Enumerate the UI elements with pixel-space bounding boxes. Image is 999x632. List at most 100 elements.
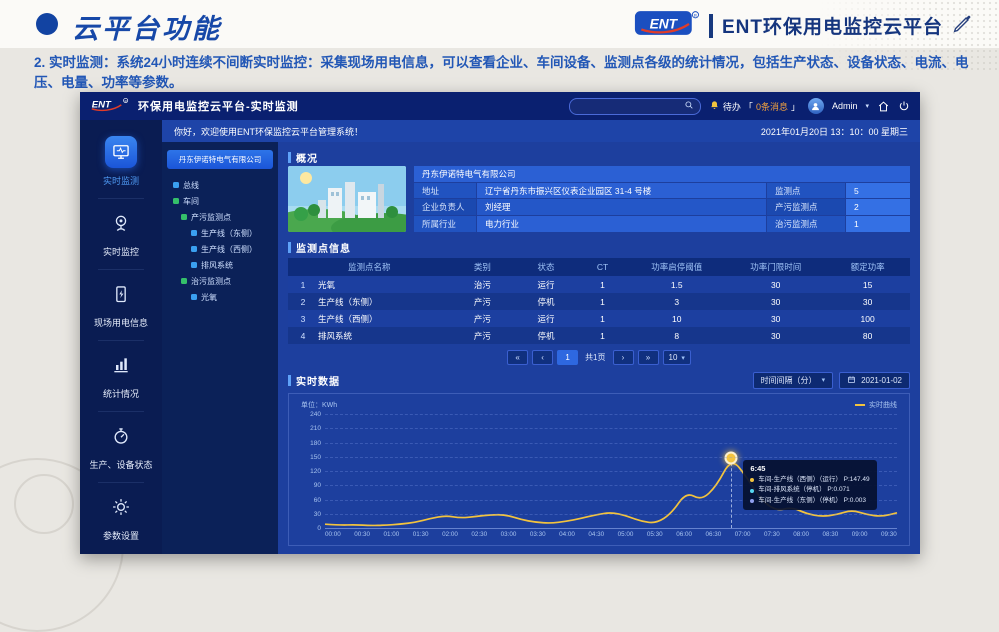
table-row[interactable]: 2生产线（东侧）产污停机133030 bbox=[288, 293, 910, 310]
point-name: 光氧 bbox=[318, 279, 335, 291]
current-page[interactable]: 1 bbox=[557, 350, 578, 365]
table-row[interactable]: 3生产线（西侧）产污运行11030100 bbox=[288, 310, 910, 327]
point-status: 停机 bbox=[514, 330, 578, 342]
sidebar-item-label: 实时监测 bbox=[103, 174, 139, 187]
gridline bbox=[325, 514, 897, 515]
datetime: 2021年01月20日 13：10：00 星期三 bbox=[761, 125, 908, 138]
power-icon[interactable] bbox=[898, 100, 910, 112]
tree-node-icon bbox=[191, 294, 197, 300]
interval-label: 时间间隔（分） bbox=[761, 375, 817, 386]
app-window: ENTR 环保用电监控云平台-实时监测 待办 「 0条消息 」 Admin ▾ bbox=[80, 92, 920, 554]
overview-stat-label: 产污监测点 bbox=[767, 199, 845, 215]
realtime-title: 实时数据 bbox=[296, 373, 340, 388]
todo-button[interactable]: 待办 「 0条消息 」 bbox=[709, 100, 800, 113]
column-header: 功率启停阈值 bbox=[627, 261, 726, 273]
tree-node-icon bbox=[181, 214, 187, 220]
sidebar-item-monitor[interactable]: 实时监测 bbox=[80, 128, 162, 199]
ent-logo: ENTR bbox=[634, 9, 700, 42]
tree-item[interactable]: 生产线（东侧） bbox=[167, 225, 273, 241]
tooltip-row: 车间-生产线（东侧）（停机） P:0.003 bbox=[750, 496, 869, 506]
stats-icon bbox=[105, 349, 137, 381]
x-axis-tick: 01:00 bbox=[384, 531, 400, 541]
point-threshold: 1.5 bbox=[627, 280, 726, 290]
sidebar-item-stats[interactable]: 统计情况 bbox=[80, 341, 162, 412]
row-number: 2 bbox=[298, 297, 308, 307]
y-axis-tick: 180 bbox=[299, 440, 321, 447]
tree-item[interactable]: 总线 bbox=[167, 177, 273, 193]
device-status-icon bbox=[105, 420, 137, 452]
gridline bbox=[325, 443, 897, 444]
tree-item[interactable]: 治污监测点 bbox=[167, 273, 273, 289]
tooltip-series-dot bbox=[750, 489, 754, 493]
welcome-text: 你好，欢迎使用ENT环保监控云平台管理系统！ bbox=[174, 125, 363, 138]
x-axis-tick: 03:30 bbox=[530, 531, 546, 541]
points-title: 监测点信息 bbox=[296, 240, 351, 255]
tree-item-label: 光氧 bbox=[201, 292, 217, 303]
column-header: 状态 bbox=[514, 261, 578, 273]
column-header: 功率门限时间 bbox=[726, 261, 825, 273]
prev-page-button[interactable]: ‹ bbox=[532, 350, 553, 365]
home-icon[interactable] bbox=[877, 100, 890, 113]
brand-separator bbox=[709, 14, 713, 38]
tree-item-label: 车间 bbox=[183, 196, 199, 207]
point-name-cell: 2生产线（东侧） bbox=[288, 296, 451, 308]
tree-item-label: 排风系统 bbox=[201, 260, 233, 271]
y-axis-tick: 210 bbox=[299, 425, 321, 432]
y-axis-tick: 120 bbox=[299, 468, 321, 475]
app-title: 环保用电监控云平台-实时监测 bbox=[138, 98, 299, 114]
chevron-down-icon[interactable]: ▾ bbox=[865, 102, 869, 110]
tooltip-series-dot bbox=[750, 499, 754, 503]
avatar[interactable] bbox=[808, 98, 824, 114]
page-size-select[interactable]: 10 ▾ bbox=[663, 350, 691, 365]
search-box[interactable] bbox=[569, 98, 701, 115]
sidebar-item-power-info[interactable]: 现场用电信息 bbox=[80, 270, 162, 341]
user-menu[interactable]: Admin bbox=[832, 101, 858, 111]
sidebar-item-surveillance[interactable]: 实时监控 bbox=[80, 199, 162, 270]
x-axis-tick: 08:00 bbox=[793, 531, 809, 541]
point-status: 停机 bbox=[514, 296, 578, 308]
sidebar-item-settings[interactable]: 参数设置 bbox=[80, 483, 162, 554]
point-threshold: 3 bbox=[627, 297, 726, 307]
last-page-button[interactable]: » bbox=[638, 350, 659, 365]
table-row[interactable]: 4排风系统产污停机183080 bbox=[288, 327, 910, 344]
column-header: 监测点名称 bbox=[288, 261, 451, 273]
point-rated-power: 80 bbox=[825, 331, 910, 341]
x-axis-tick: 06:00 bbox=[676, 531, 692, 541]
sidebar: 实时监测实时监控现场用电信息统计情况生产、设备状态参数设置 bbox=[80, 120, 162, 554]
y-axis-tick: 90 bbox=[299, 482, 321, 489]
peak-marker[interactable] bbox=[725, 451, 738, 464]
realtime-section: 实时数据 时间间隔（分） ▾ 2021-0 bbox=[288, 371, 910, 546]
point-type: 产污 bbox=[451, 296, 515, 308]
point-threshold: 8 bbox=[627, 331, 726, 341]
sidebar-item-label: 参数设置 bbox=[103, 529, 139, 542]
interval-select[interactable]: 时间间隔（分） ▾ bbox=[753, 372, 834, 389]
first-page-button[interactable]: « bbox=[507, 350, 528, 365]
date-picker[interactable]: 2021-01-02 bbox=[839, 372, 910, 389]
tree-root-company[interactable]: 丹东伊诺特电气有限公司 bbox=[167, 150, 273, 169]
points-table: 监测点名称类别状态CT功率启停阈值功率门限时间额定功率 1光氧治污运行11.53… bbox=[288, 258, 910, 344]
point-ct: 1 bbox=[578, 331, 627, 341]
tooltip-row: 车间-排风系统（停机） P:0.071 bbox=[750, 485, 869, 495]
overview-body: 丹东伊诺特电气有限公司地址辽宁省丹东市振兴区仪表企业园区 31-4 号楼监测点5… bbox=[288, 166, 910, 232]
points-body: 1光氧治污运行11.530152生产线（东侧）产污停机1330303生产线（西侧… bbox=[288, 276, 910, 344]
tree-item[interactable]: 光氧 bbox=[167, 289, 273, 305]
y-axis-tick: 0 bbox=[299, 525, 321, 532]
row-number: 3 bbox=[298, 314, 308, 324]
row-number: 1 bbox=[298, 280, 308, 290]
y-axis-tick: 30 bbox=[299, 511, 321, 518]
point-threshold: 10 bbox=[627, 314, 726, 324]
gridline bbox=[325, 414, 897, 415]
tree-item[interactable]: 车间 bbox=[167, 193, 273, 209]
search-input[interactable] bbox=[576, 101, 680, 112]
svg-text:ENT: ENT bbox=[92, 99, 112, 110]
slide-description: 2. 实时监测：系统24小时连续不间断实时监控：采集现场用电信息，可以查看企业、… bbox=[34, 53, 969, 92]
overview-field-label: 所属行业 bbox=[414, 216, 476, 232]
tree-item[interactable]: 产污监测点 bbox=[167, 209, 273, 225]
tree-item[interactable]: 排风系统 bbox=[167, 257, 273, 273]
tree-item[interactable]: 生产线（西侧） bbox=[167, 241, 273, 257]
next-page-button[interactable]: › bbox=[613, 350, 634, 365]
search-icon[interactable] bbox=[684, 97, 694, 115]
sidebar-item-device-status[interactable]: 生产、设备状态 bbox=[80, 412, 162, 483]
table-row[interactable]: 1光氧治污运行11.53015 bbox=[288, 276, 910, 293]
company-name: 丹东伊诺特电气有限公司 bbox=[414, 166, 910, 182]
